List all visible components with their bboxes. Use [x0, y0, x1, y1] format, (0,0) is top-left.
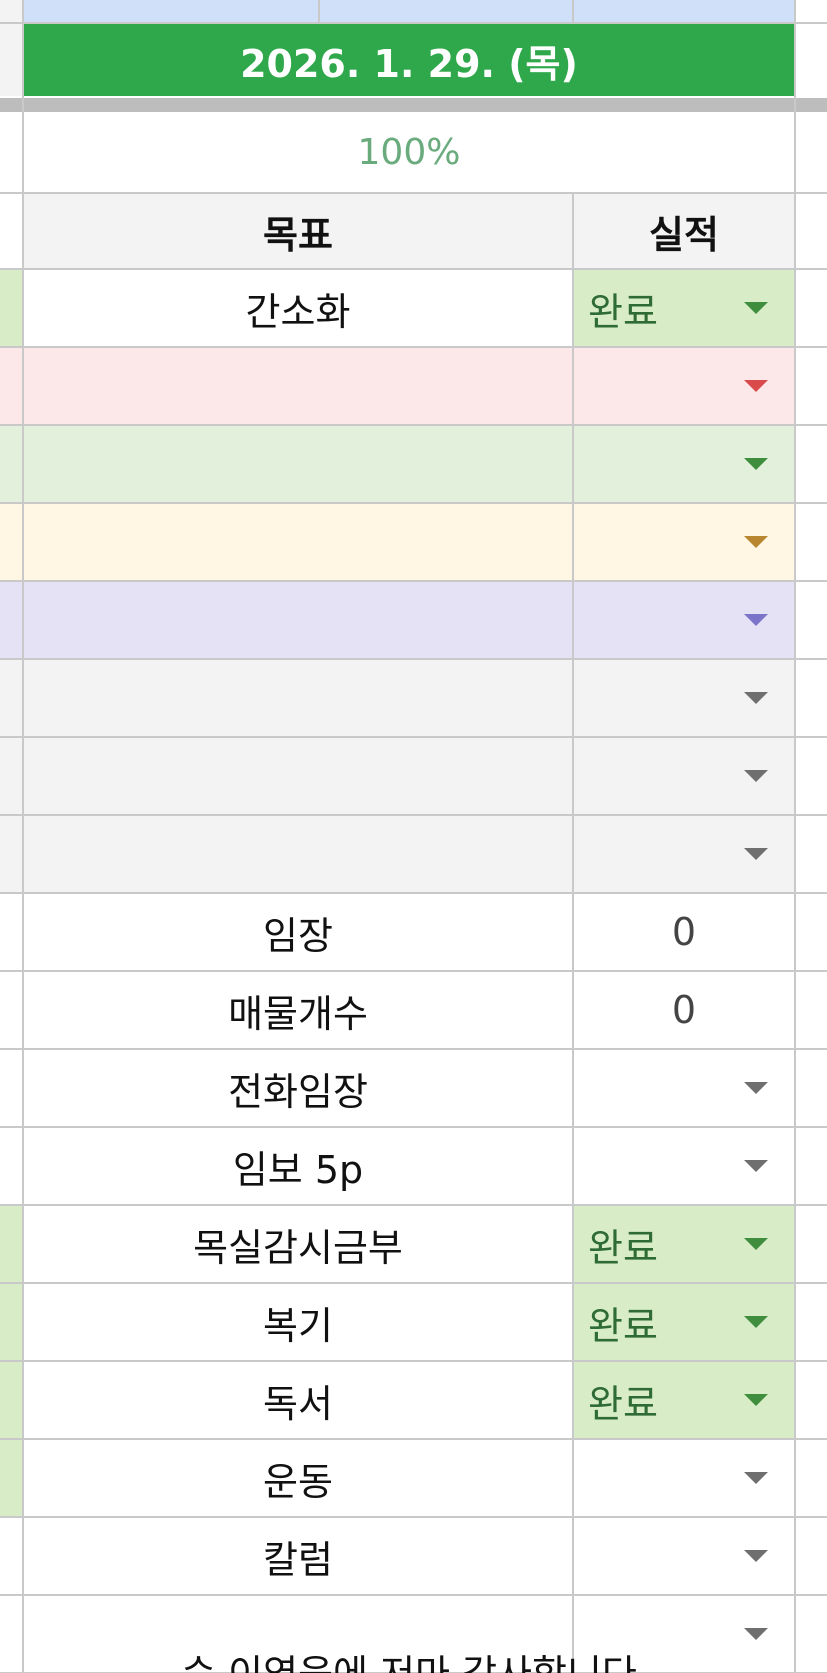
goal-cell[interactable]: 간소화 — [24, 270, 572, 346]
dropdown-arrow-icon[interactable] — [744, 536, 768, 548]
left-gutter-cell — [0, 1362, 24, 1438]
goal-cell[interactable]: 운동 — [24, 1440, 572, 1516]
result-number-cell[interactable]: 0 — [574, 972, 794, 1048]
previous-row-strip[interactable] — [24, 0, 794, 22]
row-divider — [0, 192, 827, 194]
column-divider — [318, 0, 320, 22]
dropdown-arrow-icon[interactable] — [744, 614, 768, 626]
left-gutter-date — [0, 24, 24, 96]
result-value: 0 — [671, 988, 697, 1032]
column-divider — [572, 194, 574, 1673]
left-gutter-cell — [0, 1206, 24, 1282]
left-gutter-cell — [0, 972, 24, 1048]
goal-cell[interactable]: 복기 — [24, 1284, 572, 1360]
left-gutter-cell — [0, 1050, 24, 1126]
dropdown-arrow-icon[interactable] — [744, 1628, 768, 1640]
dropdown-arrow-icon[interactable] — [744, 1160, 768, 1172]
goal-cell[interactable] — [24, 816, 572, 892]
goal-cell[interactable]: 칼럼 — [24, 1518, 572, 1594]
column-divider — [794, 0, 796, 1673]
goal-cell[interactable]: 매물개수 — [24, 972, 572, 1048]
goal-cell[interactable] — [24, 426, 572, 502]
goal-cell[interactable] — [24, 582, 572, 658]
goal-cell[interactable] — [24, 348, 572, 424]
dropdown-arrow-icon[interactable] — [744, 692, 768, 704]
result-number-cell[interactable]: 0 — [574, 894, 794, 970]
goal-cell[interactable]: 전화임장 — [24, 1050, 572, 1126]
dropdown-arrow-icon[interactable] — [744, 458, 768, 470]
left-gutter-cell — [0, 582, 24, 658]
left-gutter-cell — [0, 1596, 24, 1672]
result-value: 0 — [671, 910, 697, 954]
completion-percent[interactable]: 100% — [24, 112, 794, 192]
result-value: 완료 — [588, 1225, 658, 1270]
frozen-rows-divider[interactable] — [0, 98, 827, 112]
dropdown-arrow-icon[interactable] — [744, 1550, 768, 1562]
left-gutter-cell — [0, 1518, 24, 1594]
left-gutter-cell — [0, 1128, 24, 1204]
goal-column-header[interactable]: 목표 — [24, 194, 572, 268]
left-gutter-cell — [0, 1284, 24, 1360]
dropdown-arrow-icon[interactable] — [744, 1238, 768, 1250]
result-value: 완료 — [588, 1303, 658, 1348]
row-divider — [0, 22, 827, 24]
left-gutter-cell — [0, 660, 24, 736]
left-gutter-cell — [0, 348, 24, 424]
footer-partial-text: 순 이영웅에 저마 감사합니다 — [24, 1652, 794, 1673]
spreadsheet: 2026. 1. 29. (목) 100% 목표 실적 간소화 완료 임장 0 매물개수… — [0, 0, 827, 1673]
left-gutter-cell — [0, 270, 24, 346]
goal-cell[interactable]: 임장 — [24, 894, 572, 970]
column-divider — [572, 0, 574, 22]
goal-cell[interactable]: 독서 — [24, 1362, 572, 1438]
left-gutter-cell — [0, 1440, 24, 1516]
dropdown-arrow-icon[interactable] — [744, 848, 768, 860]
row-divider — [0, 268, 827, 270]
goal-cell[interactable] — [24, 504, 572, 580]
goal-cell[interactable]: 임보 5p — [24, 1128, 572, 1204]
dropdown-arrow-icon[interactable] — [744, 302, 768, 314]
dropdown-arrow-icon[interactable] — [744, 1472, 768, 1484]
left-gutter-cell — [0, 426, 24, 502]
dropdown-arrow-icon[interactable] — [744, 1316, 768, 1328]
goal-cell[interactable] — [24, 738, 572, 814]
date-header[interactable]: 2026. 1. 29. (목) — [24, 24, 794, 96]
dropdown-arrow-icon[interactable] — [744, 770, 768, 782]
left-gutter-cell — [0, 894, 24, 970]
goal-cell[interactable] — [24, 660, 572, 736]
left-gutter-cell — [0, 816, 24, 892]
dropdown-arrow-icon[interactable] — [744, 1082, 768, 1094]
goal-cell[interactable]: 목실감시금부 — [24, 1206, 572, 1282]
left-gutter-cell — [0, 738, 24, 814]
column-divider — [22, 0, 24, 1673]
dropdown-arrow-icon[interactable] — [744, 1394, 768, 1406]
left-gutter-cell — [0, 504, 24, 580]
dropdown-arrow-icon[interactable] — [744, 380, 768, 392]
result-value: 완료 — [588, 289, 658, 334]
result-value: 완료 — [588, 1381, 658, 1426]
left-gutter-top — [0, 0, 24, 22]
result-column-header[interactable]: 실적 — [574, 194, 794, 268]
